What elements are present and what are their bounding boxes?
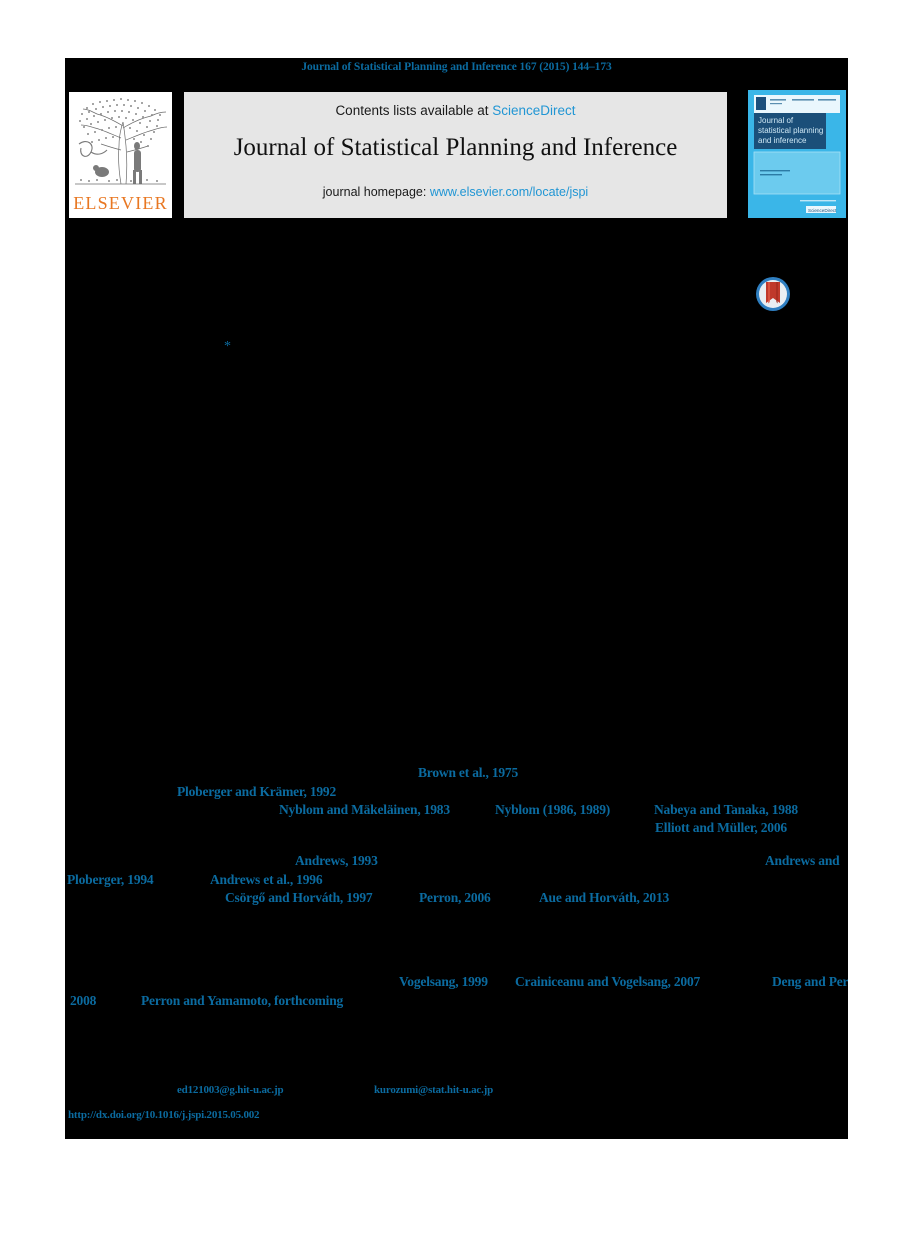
elsevier-tree-illustration bbox=[69, 92, 172, 198]
article-first-page: Journal of Statistical Planning and Infe… bbox=[0, 0, 907, 1238]
corresponding-author-asterisk: * bbox=[224, 339, 231, 354]
footnote-link[interactable]: ed121003@g.hit-u.ac.jp bbox=[177, 1085, 284, 1096]
crossmark-icon bbox=[756, 277, 790, 311]
homepage-label: journal homepage: bbox=[322, 185, 430, 199]
elsevier-wordmark: ELSEVIER bbox=[73, 193, 168, 213]
citation-link[interactable]: Andrews et al., 1996 bbox=[210, 873, 323, 887]
citation-link[interactable]: Andrews, 1993 bbox=[295, 854, 378, 868]
elsevier-logo: ELSEVIER bbox=[69, 92, 172, 218]
citation-link[interactable]: 2008 bbox=[70, 994, 96, 1008]
svg-text:Journal of: Journal of bbox=[758, 116, 794, 125]
citation-link[interactable]: Nyblom and Mäkeläinen, 1983 bbox=[279, 803, 450, 817]
citation-link[interactable]: Csörgő and Horváth, 1997 bbox=[225, 891, 373, 905]
citation-link[interactable]: Vogelsang, 1999 bbox=[399, 975, 488, 989]
svg-text:statistical planning: statistical planning bbox=[758, 126, 823, 135]
footnote-link[interactable]: http://dx.doi.org/10.1016/j.jspi.2015.05… bbox=[68, 1110, 260, 1121]
journal-homepage-link[interactable]: www.elsevier.com/locate/jspi bbox=[430, 185, 588, 199]
citation-link[interactable]: Nabeya and Tanaka, 1988 bbox=[654, 803, 798, 817]
citation-link[interactable]: Andrews and bbox=[765, 854, 840, 868]
journal-cover-thumbnail: Journal of statistical planning and infe… bbox=[748, 90, 846, 218]
contents-lists-label: Contents lists available at bbox=[335, 103, 493, 118]
svg-text:and inference: and inference bbox=[758, 136, 807, 145]
citation-link[interactable]: Ploberger, 1994 bbox=[67, 873, 154, 887]
svg-text:ScienceDirect: ScienceDirect bbox=[808, 208, 837, 213]
citation-link[interactable]: Perron, 2006 bbox=[419, 891, 491, 905]
citation-link[interactable]: Aue and Horváth, 2013 bbox=[539, 891, 669, 905]
sciencedirect-link[interactable]: ScienceDirect bbox=[492, 103, 575, 118]
contents-lists-line: Contents lists available at ScienceDirec… bbox=[184, 103, 727, 118]
citation-link[interactable]: Brown et al., 1975 bbox=[418, 766, 518, 780]
journal-banner: Contents lists available at ScienceDirec… bbox=[184, 92, 727, 218]
citation-link[interactable]: Nyblom (1986, 1989) bbox=[495, 803, 610, 817]
article-body-redacted: Journal of Statistical Planning and Infe… bbox=[65, 58, 848, 1139]
citation-link[interactable]: Crainiceanu and Vogelsang, 2007 bbox=[515, 975, 700, 989]
citation-link[interactable]: Ploberger and Krämer, 1992 bbox=[177, 785, 336, 799]
running-head: Journal of Statistical Planning and Infe… bbox=[301, 61, 612, 73]
journal-masthead: ELSEVIER Contents lists available at Sci… bbox=[65, 90, 848, 220]
citation-link[interactable]: Elliott and Müller, 2006 bbox=[655, 821, 787, 835]
journal-homepage-line: journal homepage: www.elsevier.com/locat… bbox=[184, 185, 727, 199]
crossmark-badge[interactable] bbox=[755, 276, 791, 312]
footnote-link[interactable]: kurozumi@stat.hit-u.ac.jp bbox=[374, 1085, 493, 1096]
citation-link[interactable]: Perron and Yamamoto, forthcoming bbox=[141, 994, 343, 1008]
journal-title: Journal of Statistical Planning and Infe… bbox=[233, 134, 678, 161]
journal-cover-artwork: Journal of statistical planning and infe… bbox=[748, 90, 846, 218]
citation-link[interactable]: Deng and Perron bbox=[772, 975, 848, 989]
